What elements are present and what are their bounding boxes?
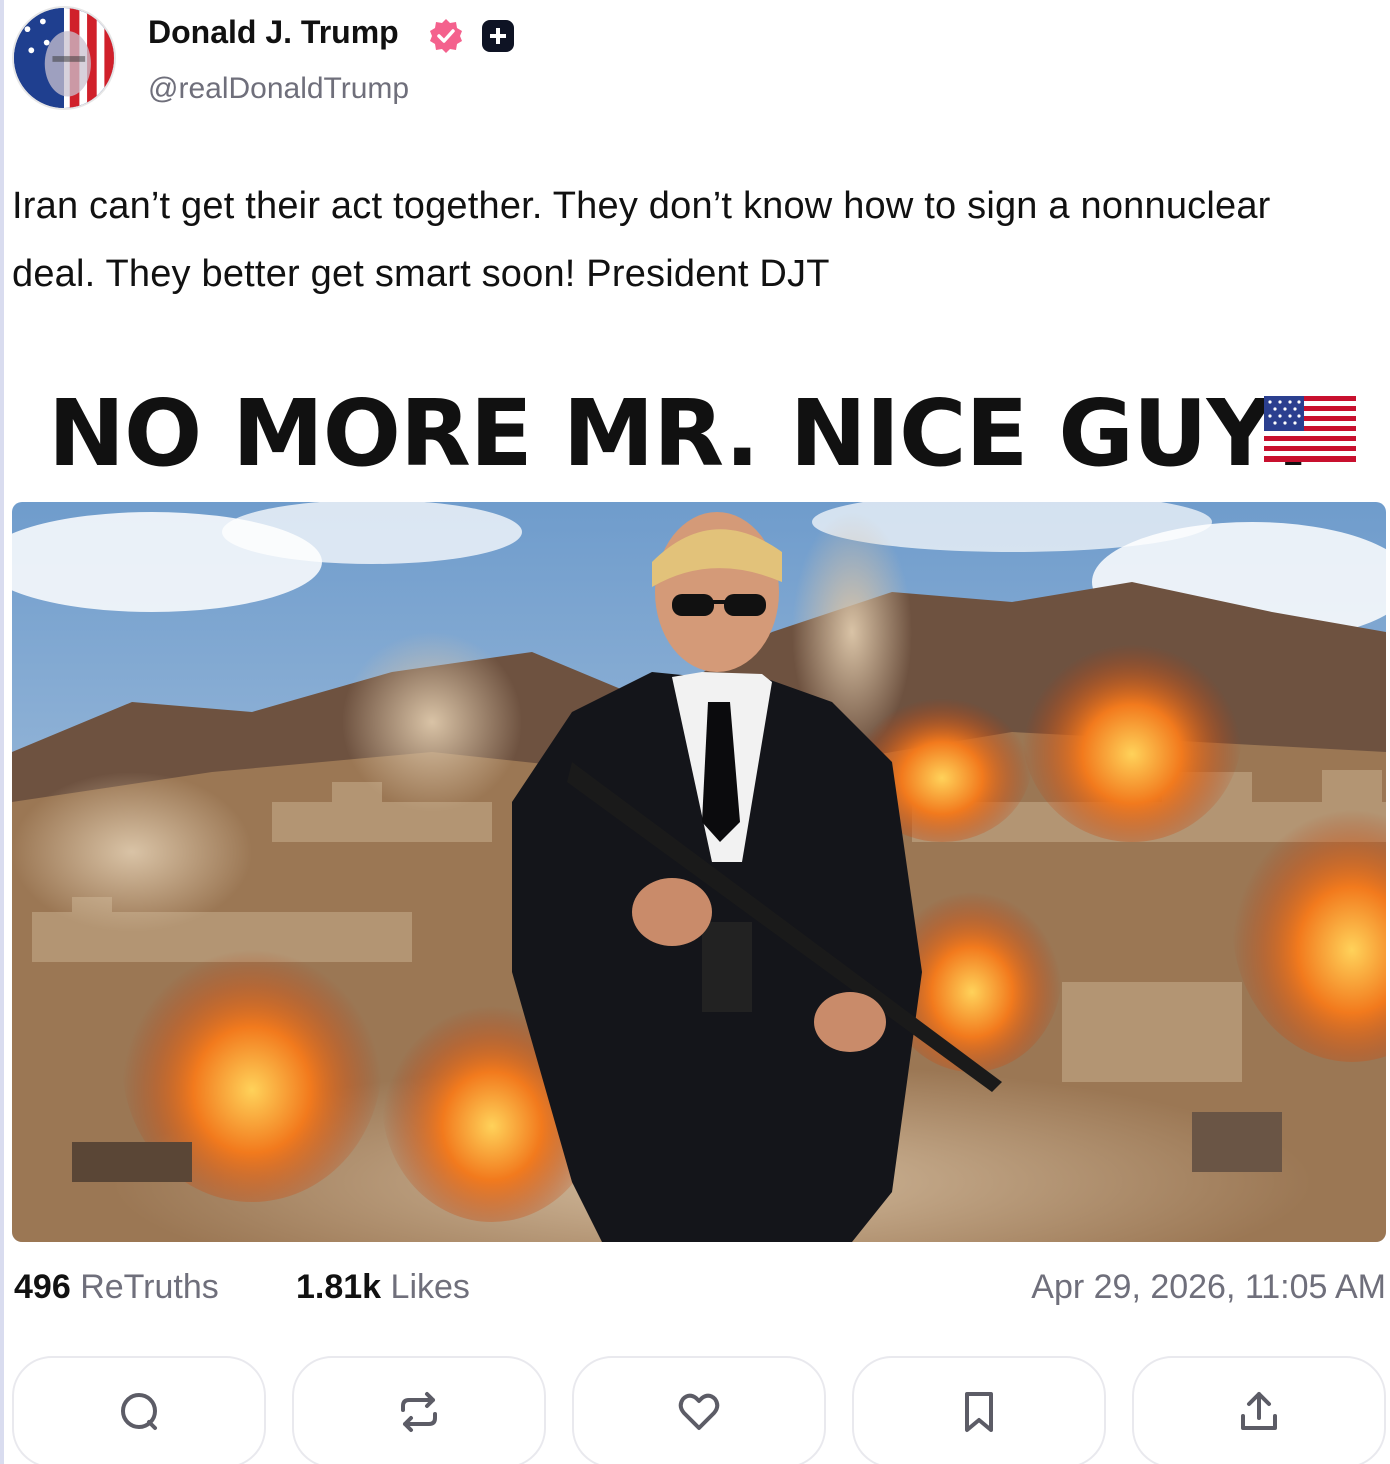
plus-icon bbox=[482, 20, 514, 52]
likes-count: 1.81k bbox=[296, 1268, 382, 1306]
bookmark-icon bbox=[965, 1392, 993, 1432]
like-button[interactable] bbox=[572, 1356, 826, 1464]
post-text: Iran can’t get their act together. They … bbox=[12, 185, 1271, 295]
share-button[interactable] bbox=[1132, 1356, 1386, 1464]
post-timestamp[interactable]: Apr 29, 2026, 11:05 AM bbox=[1031, 1268, 1386, 1307]
post-image-graphic bbox=[12, 502, 1386, 1242]
likes-stat[interactable]: 1.81k Likes bbox=[296, 1268, 470, 1307]
retruths-stat[interactable]: 496 ReTruths bbox=[14, 1268, 219, 1307]
avatar[interactable] bbox=[12, 6, 116, 110]
media-card[interactable]: NO MORE MR. NICE GUY! bbox=[12, 350, 1388, 1243]
retruths-label: ReTruths bbox=[80, 1268, 219, 1306]
likes-label: Likes bbox=[390, 1268, 470, 1306]
post-header: Donald J. Trump @realDonaldTrump bbox=[12, 6, 712, 110]
author-badges bbox=[428, 18, 516, 54]
avatar-image bbox=[14, 8, 114, 108]
author-handle[interactable]: @realDonaldTrump bbox=[148, 72, 409, 106]
heart-icon bbox=[678, 1393, 720, 1430]
retruth-button[interactable] bbox=[292, 1356, 546, 1464]
retruths-count: 496 bbox=[14, 1268, 71, 1306]
post-image[interactable] bbox=[12, 502, 1386, 1242]
bookmark-button[interactable] bbox=[852, 1356, 1106, 1464]
action-bar bbox=[12, 1356, 1388, 1464]
verified-icon bbox=[430, 19, 462, 53]
post-stats: 496 ReTruths 1.81k Likes Apr 29, 2026, 1… bbox=[14, 1268, 1386, 1314]
left-border bbox=[0, 0, 4, 1464]
media-headline: NO MORE MR. NICE GUY! bbox=[12, 350, 1388, 500]
comment-icon bbox=[121, 1393, 157, 1430]
headline-text: NO MORE MR. NICE GUY! bbox=[48, 380, 1314, 487]
author-name[interactable]: Donald J. Trump bbox=[148, 14, 399, 51]
retruth-icon bbox=[401, 1392, 437, 1432]
us-flag-icon bbox=[1264, 396, 1356, 462]
share-icon bbox=[1241, 1392, 1277, 1430]
comment-button[interactable] bbox=[12, 1356, 266, 1464]
